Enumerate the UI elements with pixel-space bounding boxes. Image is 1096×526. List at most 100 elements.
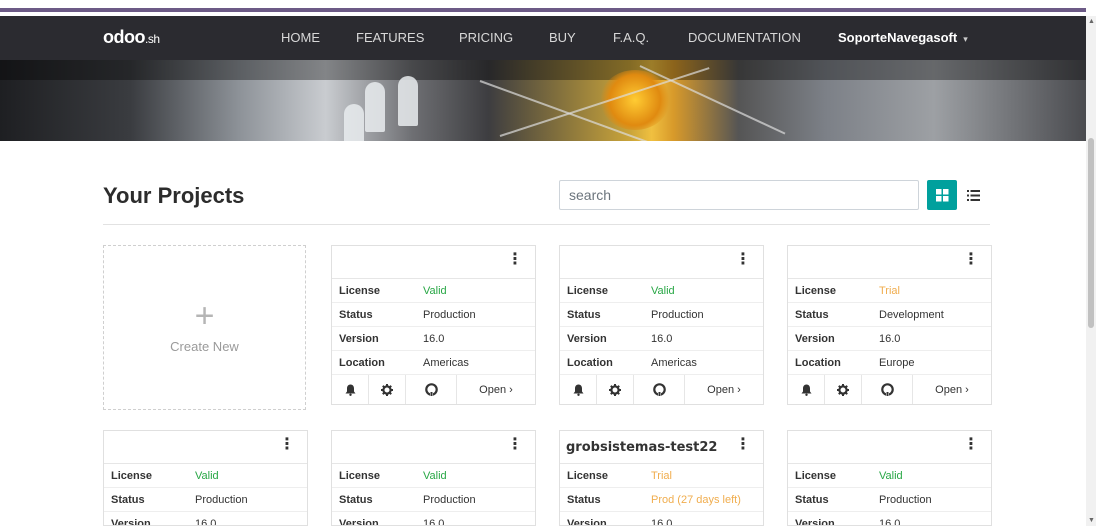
page-scrollbar[interactable]: ▲ ▼ xyxy=(1086,16,1096,526)
project-name[interactable]: grobsistemas-test22 xyxy=(566,440,717,455)
version-value: 16.0 xyxy=(879,332,901,345)
kebab-menu-icon[interactable]: ⋮ xyxy=(735,252,751,268)
card-actions: Open › xyxy=(560,375,763,404)
github-icon xyxy=(652,383,666,396)
project-card[interactable]: ⋮ License Valid Status Production Version 16.0… xyxy=(331,245,536,405)
scroll-thumb[interactable] xyxy=(1088,138,1094,328)
notifications-button[interactable] xyxy=(788,375,825,404)
project-card[interactable]: ⋮ License Valid Status Production Version 16.0 xyxy=(787,430,992,526)
nav-documentation[interactable]: DOCUMENTATION xyxy=(688,30,801,45)
open-project-button[interactable]: Open › xyxy=(913,375,991,404)
card-header: ⋮ xyxy=(104,431,307,464)
logo-main-text: odoo xyxy=(103,27,145,47)
github-icon xyxy=(880,383,894,396)
location-label: Location xyxy=(339,356,385,369)
user-menu[interactable]: SoporteNavegasoft ▾ xyxy=(838,30,968,45)
status-label: Status xyxy=(795,493,829,506)
license-label: License xyxy=(795,284,836,297)
notifications-button[interactable] xyxy=(560,375,597,404)
nav-home[interactable]: HOME xyxy=(281,30,320,45)
kebab-menu-icon[interactable]: ⋮ xyxy=(735,437,751,453)
github-button[interactable] xyxy=(634,375,685,404)
license-value: Valid xyxy=(879,469,903,482)
open-project-button[interactable]: Open › xyxy=(457,375,535,404)
gear-icon xyxy=(381,383,393,396)
card-row-version: Version 16.0 xyxy=(332,327,535,351)
kebab-menu-icon[interactable]: ⋮ xyxy=(963,437,979,453)
project-card[interactable]: ⋮ License Valid Status Production Version 16.0 xyxy=(331,430,536,526)
card-row-status: Status Production xyxy=(560,303,763,327)
status-label: Status xyxy=(567,493,601,506)
create-new-label: Create New xyxy=(170,339,239,354)
search-input[interactable] xyxy=(559,180,919,210)
license-label: License xyxy=(795,469,836,482)
kebab-menu-icon[interactable]: ⋮ xyxy=(963,252,979,268)
hero-figure xyxy=(398,76,418,126)
status-label: Status xyxy=(795,308,829,321)
settings-button[interactable] xyxy=(597,375,634,404)
license-label: License xyxy=(567,284,608,297)
bell-icon xyxy=(573,384,583,396)
user-name: SoporteNavegasoft xyxy=(838,30,958,45)
version-value: 16.0 xyxy=(423,332,445,345)
grid-view-icon xyxy=(935,188,948,201)
location-value: Europe xyxy=(879,356,915,369)
nav-pricing[interactable]: PRICING xyxy=(459,30,513,45)
license-value: Valid xyxy=(423,469,447,482)
project-card[interactable]: grobsistemas-test22 ⋮ License Trial Status Pr… xyxy=(559,430,764,526)
kebab-menu-icon[interactable]: ⋮ xyxy=(279,437,295,453)
open-project-button[interactable]: Open › xyxy=(685,375,763,404)
card-row-version: Version 16.0 xyxy=(788,327,991,351)
status-label: Status xyxy=(339,308,373,321)
create-new-project-card[interactable]: + Create New xyxy=(103,245,306,410)
chevron-down-icon: ▾ xyxy=(963,34,968,44)
version-label: Version xyxy=(795,332,835,345)
scroll-up-icon[interactable]: ▲ xyxy=(1088,18,1095,25)
list-view-button[interactable] xyxy=(958,180,988,210)
nav-faq[interactable]: F.A.Q. xyxy=(613,30,649,45)
version-value: 16.0 xyxy=(423,517,445,526)
license-value: Trial xyxy=(651,469,672,482)
card-row-license: License Valid xyxy=(560,279,763,303)
version-label: Version xyxy=(111,517,151,526)
page-title: Your Projects xyxy=(103,183,245,208)
project-card[interactable]: ⋮ License Valid Status Production Version 16.0… xyxy=(559,245,764,405)
version-label: Version xyxy=(567,332,607,345)
top-navbar: odoo.sh HOME FEATURES PRICING BUY F.A.Q.… xyxy=(0,16,1086,60)
status-label: Status xyxy=(567,308,601,321)
scroll-down-icon[interactable]: ▼ xyxy=(1088,517,1095,524)
notifications-button[interactable] xyxy=(332,375,369,404)
card-row-license: License Trial xyxy=(560,464,763,488)
location-value: Americas xyxy=(423,356,469,369)
license-label: License xyxy=(339,284,380,297)
location-label: Location xyxy=(795,356,841,369)
settings-button[interactable] xyxy=(369,375,406,404)
status-value: Production xyxy=(195,493,248,506)
status-value: Production xyxy=(651,308,704,321)
grid-view-button[interactable] xyxy=(927,180,957,210)
location-value: Americas xyxy=(651,356,697,369)
card-header: ⋮ xyxy=(788,246,991,279)
gear-icon xyxy=(837,383,849,396)
version-value: 16.0 xyxy=(651,517,673,526)
nav-buy[interactable]: BUY xyxy=(549,30,576,45)
license-label: License xyxy=(567,469,608,482)
kebab-menu-icon[interactable]: ⋮ xyxy=(507,252,523,268)
project-card[interactable]: ⋮ License Valid Status Production Version 16.0 xyxy=(103,430,308,526)
odoo-sh-logo[interactable]: odoo.sh xyxy=(103,27,160,48)
project-card[interactable]: ⋮ License Trial Status Development Version 16.… xyxy=(787,245,992,405)
bell-icon xyxy=(345,384,355,396)
github-button[interactable] xyxy=(862,375,913,404)
version-label: Version xyxy=(339,332,379,345)
gear-icon xyxy=(609,383,621,396)
card-row-version: Version 16.0 xyxy=(560,512,763,526)
card-header: ⋮ xyxy=(332,431,535,464)
kebab-menu-icon[interactable]: ⋮ xyxy=(507,437,523,453)
github-button[interactable] xyxy=(406,375,457,404)
settings-button[interactable] xyxy=(825,375,862,404)
nav-features[interactable]: FEATURES xyxy=(356,30,424,45)
github-icon xyxy=(424,383,438,396)
license-label: License xyxy=(111,469,152,482)
status-value: Production xyxy=(879,493,932,506)
card-header: ⋮ xyxy=(788,431,991,464)
